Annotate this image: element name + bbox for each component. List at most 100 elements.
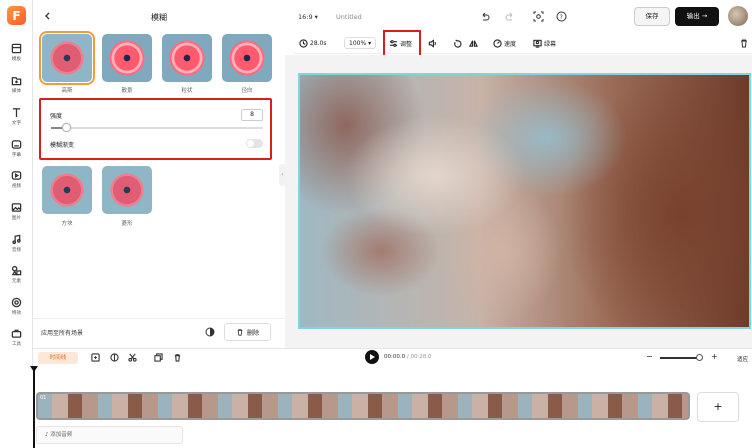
rotate-icon (454, 39, 462, 48)
blur-preset-radial[interactable] (222, 34, 272, 82)
elements-icon (11, 265, 22, 276)
zoom-out-button[interactable]: − (646, 352, 653, 361)
blur-preset-grain[interactable] (162, 34, 212, 82)
duplicate-icon[interactable] (154, 353, 163, 362)
volume-icon (428, 38, 436, 48)
template-icon (11, 43, 22, 54)
redo-icon[interactable] (505, 12, 515, 22)
sidebar-item-effects[interactable]: 特效 (0, 297, 33, 325)
strength-slider-handle[interactable] (62, 123, 71, 132)
flip-icon (469, 40, 478, 47)
volume-button[interactable] (428, 37, 437, 49)
play-button[interactable] (365, 350, 379, 364)
sidebar-item-label: 视频 (11, 184, 22, 189)
add-clip-button[interactable]: + (697, 392, 739, 422)
blur-gradient-toggle[interactable] (246, 139, 263, 148)
strength-slider-track[interactable] (51, 127, 263, 129)
trash-icon[interactable] (739, 38, 749, 48)
duration-value: 28.0s (310, 39, 327, 47)
current-time: 00:00.0 (384, 354, 406, 360)
flip-button[interactable] (469, 37, 478, 49)
trash-icon[interactable] (173, 353, 182, 362)
compare-icon[interactable] (205, 327, 215, 337)
zoom-in-button[interactable]: + (711, 352, 718, 361)
highlight-box-adjust (383, 30, 421, 57)
sidebar-item-label: 元素 (11, 279, 22, 284)
timeline-zoom-slider[interactable] (660, 357, 700, 359)
blur-preset-bokeh[interactable] (102, 34, 152, 82)
rotate-button[interactable] (453, 37, 462, 49)
sidebar-item-text[interactable]: 文字 (0, 107, 33, 135)
timeline-badge[interactable]: 时间线 (38, 352, 78, 364)
subtitle-icon (11, 140, 22, 149)
add-audio-label: 添加音频 (50, 432, 73, 438)
total-time: / 00:28.0 (406, 354, 432, 360)
svg-text:?: ? (560, 14, 563, 21)
sidebar-item-subtitles[interactable]: 字幕 (0, 139, 33, 167)
image-icon (11, 203, 22, 212)
trash-icon (237, 329, 243, 336)
delete-button[interactable]: 删除 (224, 323, 271, 341)
blur-preset-block[interactable] (42, 166, 92, 214)
sidebar-item-elements[interactable]: 元素 (0, 265, 33, 293)
video-clip[interactable] (36, 392, 690, 420)
preset-label: 方块 (61, 221, 73, 227)
timeline-zoom-handle[interactable] (696, 354, 703, 361)
preset-label: 径向 (241, 88, 253, 94)
clock-icon (299, 38, 308, 48)
speed-button[interactable]: 速度 (493, 37, 516, 49)
sidebar-item-templates[interactable]: 模板 (0, 43, 33, 71)
apply-to-all-link[interactable]: 应用至所有场景 (41, 328, 83, 337)
split-icon[interactable] (110, 353, 119, 362)
preset-label: 粒状 (181, 88, 193, 94)
screenshot-icon[interactable] (533, 11, 544, 22)
zoom-select[interactable]: 100% ▾ (344, 37, 377, 49)
green-screen-label: 绿幕 (544, 40, 557, 48)
speed-label: 速度 (504, 40, 517, 48)
playhead[interactable] (33, 368, 35, 448)
save-button[interactable]: 保存 (634, 7, 670, 26)
sidebar-item-label: 字幕 (11, 153, 22, 158)
audio-icon (12, 234, 21, 245)
strength-label: 强度 (50, 113, 63, 120)
add-frame-icon[interactable] (91, 353, 100, 362)
sidebar-item-media[interactable]: 媒体 (0, 75, 33, 103)
undo-icon[interactable] (480, 12, 490, 22)
clip-number: 01 (40, 395, 47, 401)
duration-control[interactable]: 28.0s (299, 37, 327, 49)
sidebar-item-images[interactable]: 图片 (0, 202, 33, 230)
highlight-box-strength (39, 98, 272, 160)
video-icon (11, 171, 22, 180)
aspect-ratio-select[interactable]: 16:9 ▾ (298, 13, 318, 21)
sidebar-item-tools[interactable]: 工具 (0, 328, 33, 356)
sidebar-item-video[interactable]: 视频 (0, 170, 33, 198)
sidebar-item-audio[interactable]: 音频 (0, 234, 33, 262)
export-button[interactable]: 输出 → (675, 7, 719, 26)
app-logo[interactable]: F (7, 6, 26, 25)
sidebar-item-label: 文字 (11, 121, 22, 126)
strength-input[interactable]: 8 (241, 109, 263, 121)
sidebar-item-label: 模板 (11, 57, 22, 62)
fit-button[interactable]: 适应 (737, 355, 752, 363)
project-title[interactable]: Untitled (336, 13, 362, 21)
media-icon (11, 77, 22, 86)
sidebar-item-label: 工具 (11, 342, 22, 347)
preset-label: 散景 (121, 88, 133, 94)
sidebar-item-label: 特效 (11, 311, 22, 316)
sidebar-item-label: 媒体 (11, 89, 22, 94)
blur-preset-diamond[interactable] (102, 166, 152, 214)
blur-preset-gaussian[interactable] (39, 31, 95, 85)
green-screen-icon (533, 39, 542, 48)
preset-label: 菱形 (121, 221, 133, 227)
video-preview-canvas[interactable] (298, 73, 751, 329)
preset-label: 高斯 (61, 88, 73, 94)
delete-label: 删除 (246, 329, 259, 337)
help-icon[interactable]: ? (556, 11, 567, 22)
zoom-value: 100% (349, 39, 367, 47)
green-screen-button[interactable]: 绿幕 (533, 37, 556, 49)
scissors-icon[interactable] (128, 353, 137, 362)
playback-time: 00:00.0 / 00:28.0 (384, 354, 432, 360)
effects-icon (11, 297, 22, 308)
add-audio-track[interactable]: ♪ 添加音频 (36, 426, 183, 444)
avatar[interactable] (728, 6, 748, 26)
